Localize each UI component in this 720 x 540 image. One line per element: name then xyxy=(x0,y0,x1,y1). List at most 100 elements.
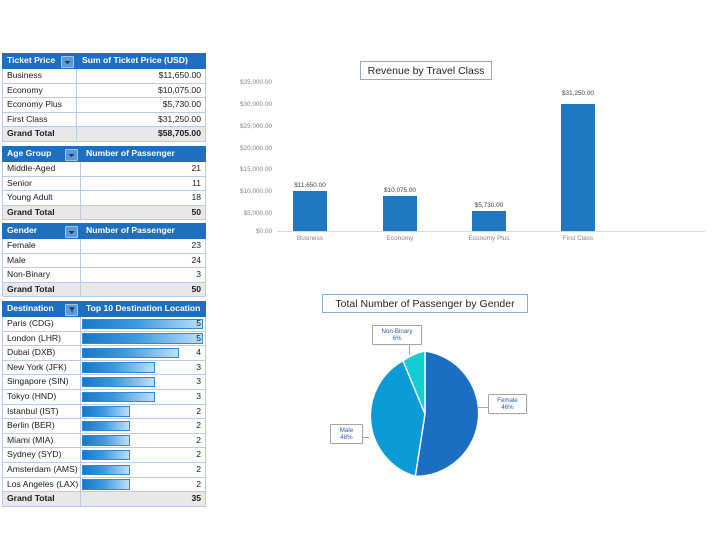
grand-total-row: Grand Total 50 xyxy=(3,205,206,220)
bar-value-label-economy-plus: $5,730.00 xyxy=(459,202,519,209)
row-value: $31,250.00 xyxy=(77,112,206,127)
pie-data-label-female[interactable]: Female 46% xyxy=(488,394,527,414)
column-header-label: Sum of Ticket Price (USD) xyxy=(82,55,188,65)
table-header-row: Ticket Price Sum of Ticket Price (USD) xyxy=(3,54,206,69)
pie-data-label-male[interactable]: Male 48% xyxy=(330,424,363,444)
row-value: $11,650.00 xyxy=(77,69,206,84)
row-data-bar-cell: 5 xyxy=(81,317,206,332)
row-value: 11 xyxy=(81,176,206,191)
y-axis-tick-label: $15,000.00 xyxy=(218,166,272,173)
bar-first-class[interactable] xyxy=(561,104,595,231)
table-header-row: Destination Top 10 Destination Location xyxy=(3,302,206,317)
grand-total-value: 50 xyxy=(81,205,206,220)
row-data-bar-cell: 4 xyxy=(81,346,206,361)
row-data-bar-cell: 3 xyxy=(81,375,206,390)
bar-value-label-business: $11,650.00 xyxy=(280,182,340,189)
filter-dropdown-icon[interactable] xyxy=(61,56,74,68)
bar-value-label-economy: $10,075.00 xyxy=(370,187,430,194)
row-data-bar-cell: 2 xyxy=(81,433,206,448)
y-axis-tick-label: $5,000.00 xyxy=(218,210,272,217)
grand-total-row: Grand Total $58,705.00 xyxy=(3,127,206,142)
table-row: Los Angeles (LAX)2 xyxy=(3,477,206,492)
column-header-gender[interactable]: Gender xyxy=(3,224,81,239)
row-label: Singapore (SIN) xyxy=(3,375,81,390)
row-data-bar-cell: 2 xyxy=(81,419,206,434)
pie-label-pct: 6% xyxy=(376,335,419,342)
column-header-age-group[interactable]: Age Group xyxy=(3,147,81,162)
column-header-label: Gender xyxy=(7,225,37,235)
table-row: Female 23 xyxy=(3,239,206,254)
pie-label-pct: 46% xyxy=(492,404,524,411)
pie-label-pct: 48% xyxy=(334,434,360,441)
grand-total-value: 50 xyxy=(81,282,206,297)
row-label: First Class xyxy=(3,112,77,127)
table-header-row: Age Group Number of Passenger xyxy=(3,147,206,162)
bar-business[interactable] xyxy=(293,191,327,231)
grand-total-label: Grand Total xyxy=(3,282,81,297)
row-value: 5 xyxy=(85,317,201,331)
row-label: Female xyxy=(3,239,81,254)
row-label: London (LHR) xyxy=(3,331,81,346)
row-label: Economy xyxy=(3,83,77,98)
ticket-price-pivot-table: Ticket Price Sum of Ticket Price (USD) B… xyxy=(2,53,206,142)
y-axis-tick-label: $10,000.00 xyxy=(218,188,272,195)
y-axis-tick-label: $35,000.00 xyxy=(218,79,272,86)
column-header-sum-of-ticket-price[interactable]: Sum of Ticket Price (USD) xyxy=(77,54,206,69)
table-row: Tokyo (HND)3 xyxy=(3,389,206,404)
column-header-destination[interactable]: Destination xyxy=(3,302,81,317)
table-row: Senior 11 xyxy=(3,176,206,191)
column-header-top-10-destination-location[interactable]: Top 10 Destination Location xyxy=(81,302,206,317)
filter-applied-icon[interactable] xyxy=(65,304,78,316)
y-axis-tick-label: $25,000.00 xyxy=(218,123,272,130)
row-label: Miami (MIA) xyxy=(3,433,81,448)
table-row: Business $11,650.00 xyxy=(3,69,206,84)
table-row: Berlin (BER)2 xyxy=(3,419,206,434)
table-row: Singapore (SIN) 3 xyxy=(3,375,206,390)
bar-economy[interactable] xyxy=(383,196,417,231)
row-value: 3 xyxy=(85,375,201,389)
pie-data-label-non-binary[interactable]: Non-Binary 6% xyxy=(372,325,422,345)
pie-label-name: Non-Binary xyxy=(376,328,419,335)
pie-graphic xyxy=(362,351,488,477)
row-value: 2 xyxy=(85,478,201,492)
bar-economy-plus[interactable] xyxy=(472,211,506,231)
table-row: Istanbul (IST)2 xyxy=(3,404,206,419)
row-label: Non-Binary xyxy=(3,268,81,283)
row-label: New York (JFK) xyxy=(3,360,81,375)
spreadsheet-dashboard-canvas: Ticket Price Sum of Ticket Price (USD) B… xyxy=(0,0,720,540)
row-data-bar-cell: 3 xyxy=(81,360,206,375)
table-row: Middle-Aged 21 xyxy=(3,162,206,177)
row-label: Economy Plus xyxy=(3,98,77,113)
row-value: 2 xyxy=(85,405,201,419)
row-value: 2 xyxy=(85,448,201,462)
y-axis-tick-label: $30,000.00 xyxy=(218,101,272,108)
grand-total-label: Grand Total xyxy=(3,127,77,142)
filter-dropdown-icon[interactable] xyxy=(65,226,78,238)
row-label: Paris (CDG) xyxy=(3,317,81,332)
pie-label-name: Female xyxy=(492,397,524,404)
table-row: Economy $10,075.00 xyxy=(3,83,206,98)
age-group-pivot-table: Age Group Number of Passenger Middle-Age… xyxy=(2,146,206,220)
row-label: Amsterdam (AMS) xyxy=(3,462,81,477)
y-axis-tick-label: $0.00 xyxy=(218,228,272,235)
table-row: Economy Plus $5,730.00 xyxy=(3,98,206,113)
row-value: 23 xyxy=(81,239,206,254)
table-row: Non-Binary 3 xyxy=(3,268,206,283)
row-value: $5,730.00 xyxy=(77,98,206,113)
row-label: Tokyo (HND) xyxy=(3,389,81,404)
row-label: Male xyxy=(3,253,81,268)
filter-dropdown-icon[interactable] xyxy=(65,149,78,161)
destination-pivot-table: Destination Top 10 Destination Location … xyxy=(2,301,206,507)
chart-title-total-number-of-passenger-by-gender[interactable]: Total Number of Passenger by Gender xyxy=(322,294,528,313)
table-row: First Class $31,250.00 xyxy=(3,112,206,127)
row-label: Young Adult xyxy=(3,191,81,206)
row-value: 4 xyxy=(85,346,201,360)
column-header-number-of-passenger[interactable]: Number of Passenger xyxy=(81,147,206,162)
row-data-bar-cell: 2 xyxy=(81,477,206,492)
chart-title-revenue-by-travel-class[interactable]: Revenue by Travel Class xyxy=(360,61,492,80)
column-header-ticket-price[interactable]: Ticket Price xyxy=(3,54,77,69)
column-header-number-of-passenger[interactable]: Number of Passenger xyxy=(81,224,206,239)
x-axis-category-label-first-class: First Class xyxy=(548,235,608,242)
row-value: 18 xyxy=(81,191,206,206)
grand-total-row: Grand Total35 xyxy=(3,492,206,507)
